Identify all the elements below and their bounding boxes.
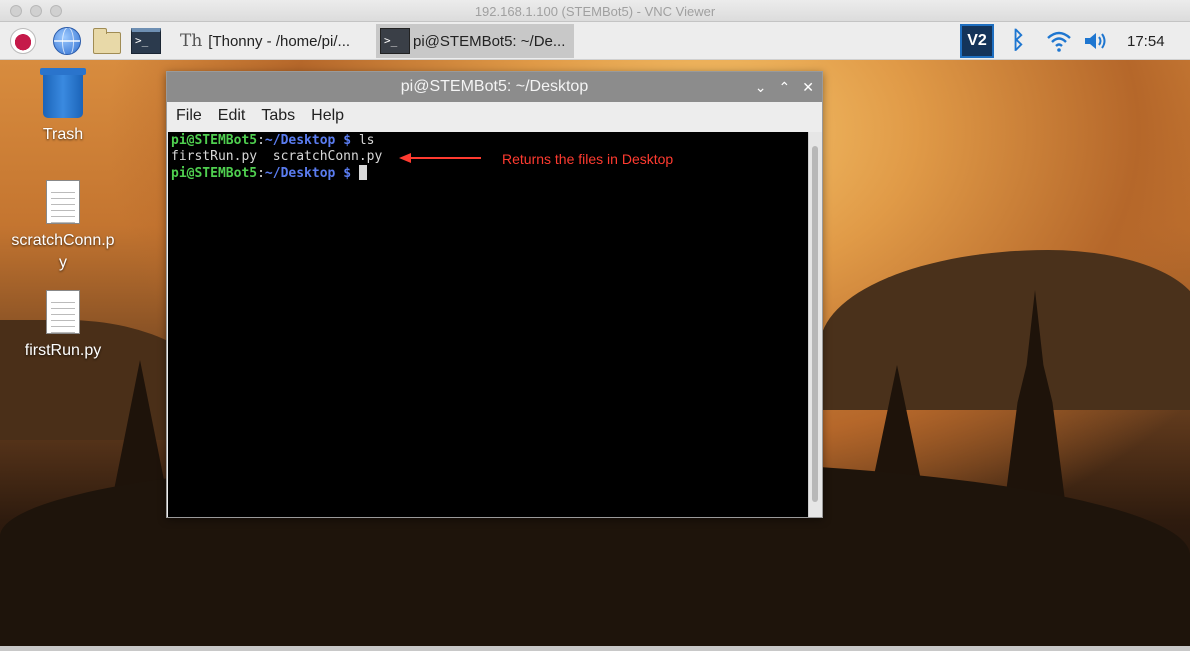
terminal-scrollbar[interactable] xyxy=(808,132,822,517)
text-cursor xyxy=(358,165,367,180)
chevron-down-icon[interactable]: ⌄ xyxy=(755,72,767,102)
python-file-icon xyxy=(46,180,80,224)
taskbar-task-terminal[interactable]: >_ pi@STEMBot5: ~/De... xyxy=(376,24,574,58)
clock[interactable]: 17:54 xyxy=(1127,22,1165,60)
vnc-bottom-edge xyxy=(0,646,1190,651)
console-line: pi@STEMBot5:~/Desktop $ ls xyxy=(171,133,375,148)
close-icon[interactable]: ✕ xyxy=(802,72,814,102)
menu-file[interactable]: File xyxy=(176,107,202,125)
vnc-tray-item[interactable]: V2 xyxy=(960,22,994,60)
vnc-window-title: 192.168.1.100 (STEMBot5) - VNC Viewer xyxy=(474,4,716,19)
thonny-icon: Th xyxy=(180,31,203,51)
vnc-server-icon: V2 xyxy=(960,24,994,58)
terminal-icon[interactable]: >_ xyxy=(131,26,161,56)
taskbar: >_ Th [Thonny - /home/pi/... >_ pi@STEMB… xyxy=(0,22,1190,60)
vnc-title-bar: 192.168.1.100 (STEMBot5) - VNC Viewer xyxy=(0,0,1190,22)
desktop-icon-scratchconn[interactable]: scratchConn.p y xyxy=(8,180,118,274)
raspberry-menu-icon[interactable] xyxy=(8,26,38,56)
desktop-icon-firstrun[interactable]: firstRun.py xyxy=(8,290,118,362)
desktop-icon-label: firstRun.py xyxy=(24,342,102,359)
volume-icon[interactable] xyxy=(1083,22,1111,60)
desktop-icon-label: scratchConn.p xyxy=(11,232,115,249)
desktop-icon-label: Trash xyxy=(42,126,84,143)
web-browser-icon[interactable] xyxy=(52,26,82,56)
terminal-title: pi@STEMBot5: ~/Desktop xyxy=(400,78,589,95)
annotation-text: Returns the files in Desktop xyxy=(502,151,674,167)
task-label: pi@STEMBot5: ~/De... xyxy=(413,32,566,50)
console-line: pi@STEMBot5:~/Desktop $ xyxy=(171,165,809,182)
desktop-icon-label-wrap: y xyxy=(59,254,67,271)
terminal-window[interactable]: pi@STEMBot5: ~/Desktop ⌄ ⌃ ✕ File Edit T… xyxy=(166,71,823,518)
taskbar-task-thonny[interactable]: Th [Thonny - /home/pi/... xyxy=(176,24,372,58)
wallpaper-hill xyxy=(820,250,1190,410)
python-file-icon xyxy=(46,290,80,334)
wifi-icon[interactable] xyxy=(1046,22,1072,60)
terminal-menu-bar: File Edit Tabs Help xyxy=(167,102,822,130)
annotation-arrow-icon xyxy=(399,153,481,163)
terminal-title-bar[interactable]: pi@STEMBot5: ~/Desktop ⌄ ⌃ ✕ xyxy=(167,72,822,102)
menu-tabs[interactable]: Tabs xyxy=(261,107,295,125)
bluetooth-icon[interactable]: ᛒ xyxy=(1011,22,1025,60)
task-label: [Thonny - /home/pi/... xyxy=(208,32,351,50)
desktop-icon-trash[interactable]: Trash xyxy=(8,68,118,146)
scrollbar-thumb[interactable] xyxy=(812,146,818,502)
menu-help[interactable]: Help xyxy=(311,107,344,125)
terminal-task-icon: >_ xyxy=(380,28,410,54)
menu-edit[interactable]: Edit xyxy=(218,107,246,125)
trash-icon xyxy=(40,68,86,118)
console-line: firstRun.py scratchConn.py xyxy=(171,149,383,164)
chevron-up-icon[interactable]: ⌃ xyxy=(779,72,791,102)
file-manager-icon[interactable] xyxy=(92,26,122,56)
terminal-console[interactable]: pi@STEMBot5:~/Desktop $ ls firstRun.py s… xyxy=(168,132,809,517)
